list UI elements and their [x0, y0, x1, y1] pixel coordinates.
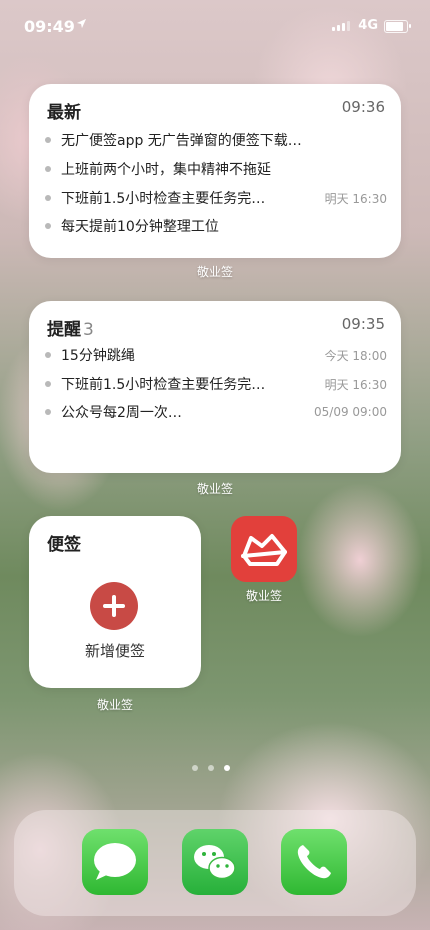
list-item[interactable]: 公众号每2周一次… 05/09 09:00 [45, 401, 387, 423]
page-dot-active [224, 765, 230, 771]
item-text: 公众号每2周一次… [61, 405, 182, 421]
phone-icon [297, 845, 331, 879]
item-text: 无广便签app 无广告弹窗的便签下载… [61, 133, 302, 149]
widget-title: 便签 [47, 535, 81, 555]
item-time: 05/09 09:00 [314, 405, 387, 419]
bullet-icon [45, 223, 51, 229]
battery-icon [384, 20, 411, 33]
item-text: 每天提前10分钟整理工位 [61, 219, 219, 235]
bullet-icon [45, 352, 51, 358]
status-time: 09:49 [24, 17, 75, 36]
item-text: 15分钟跳绳 [61, 348, 135, 364]
add-note-button[interactable] [90, 582, 138, 630]
cellular-signal-icon [332, 21, 350, 31]
jingyeqian-app-icon[interactable] [231, 516, 297, 582]
item-time: 今天 18:00 [324, 348, 387, 363]
item-text: 下班前1.5小时检查主要任务完… [61, 377, 266, 393]
widget-time: 09:36 [341, 98, 385, 116]
latest-widget[interactable]: 最新 09:36 无广便签app 无广告弹窗的便签下载… 上班前两个小时，集中精… [29, 84, 401, 258]
widget-caption: 敬业签 [196, 265, 233, 279]
bullet-icon [45, 195, 51, 201]
network-type: 4G [358, 18, 378, 33]
reminders-widget[interactable]: 提醒 3 09:35 15分钟跳绳 今天 18:00 下班前1.5小时检查主要任务… [29, 301, 401, 473]
page-dot [208, 765, 214, 771]
bullet-icon [45, 381, 51, 387]
item-time: 明天 16:30 [324, 377, 387, 392]
status-bar: 09:49 4G [0, 0, 430, 50]
widget-title-text: 提醒 [47, 320, 81, 340]
phone-app-icon[interactable] [281, 829, 347, 895]
list-item[interactable]: 下班前1.5小时检查主要任务完… 明天 16:30 [45, 373, 387, 395]
app-label: 敬业签 [245, 589, 282, 603]
wechat-icon [194, 845, 236, 880]
bullet-icon [45, 409, 51, 415]
list-item[interactable]: 每天提前10分钟整理工位 [45, 215, 387, 237]
boat-logo-icon [241, 534, 287, 566]
page-dot [192, 765, 198, 771]
list-item[interactable]: 15分钟跳绳 今天 18:00 [45, 344, 387, 366]
list-item[interactable]: 上班前两个小时，集中精神不拖延 [45, 158, 387, 180]
list-item[interactable]: 无广便签app 无广告弹窗的便签下载… [45, 129, 387, 151]
page-indicator[interactable] [192, 765, 230, 771]
bullet-icon [45, 137, 51, 143]
item-text: 下班前1.5小时检查主要任务完… [61, 191, 266, 207]
add-note-label: 新增便签 [84, 642, 145, 660]
messages-app-icon[interactable] [82, 829, 148, 895]
item-text: 上班前两个小时，集中精神不拖延 [61, 162, 271, 178]
location-arrow-icon [76, 18, 87, 29]
list-item[interactable]: 下班前1.5小时检查主要任务完… 明天 16:30 [45, 187, 387, 209]
wechat-app-icon[interactable] [182, 829, 248, 895]
widget-caption: 敬业签 [96, 698, 133, 712]
reminder-count: 3 [83, 320, 94, 340]
message-bubble-icon [94, 843, 136, 880]
widget-title: 最新 [47, 103, 81, 123]
item-time: 明天 16:30 [324, 191, 387, 206]
widget-time: 09:35 [341, 315, 385, 333]
bullet-icon [45, 166, 51, 172]
widget-title: 提醒 3 [47, 315, 94, 340]
widget-caption: 敬业签 [196, 482, 233, 496]
